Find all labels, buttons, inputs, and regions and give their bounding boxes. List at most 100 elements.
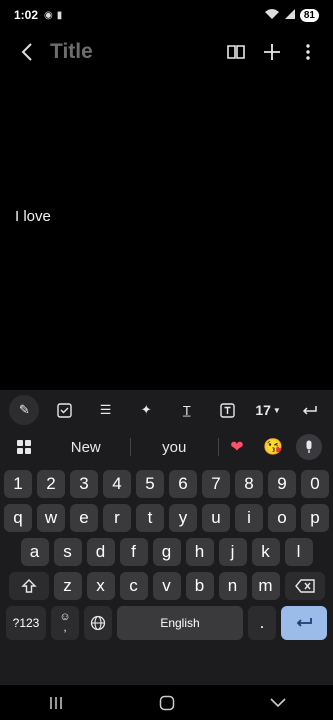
suggestion-2[interactable]: you xyxy=(131,439,219,456)
checkbox-icon xyxy=(57,402,73,418)
key-r[interactable]: r xyxy=(103,504,131,532)
status-time: 1:02 xyxy=(14,8,39,22)
key-c[interactable]: c xyxy=(119,572,148,600)
key-o[interactable]: o xyxy=(268,504,296,532)
symbols-key[interactable]: ?123 xyxy=(6,606,46,640)
key-j[interactable]: j xyxy=(218,538,247,566)
microphone-icon xyxy=(306,440,312,453)
letter-row-1: q w e r t y u i o p xyxy=(0,504,333,532)
return-arrow-icon xyxy=(302,406,317,415)
key-3[interactable]: 3 xyxy=(70,470,98,498)
key-t[interactable]: t xyxy=(136,504,164,532)
key-6[interactable]: 6 xyxy=(169,470,197,498)
home-icon xyxy=(159,695,174,710)
key-h[interactable]: h xyxy=(185,538,214,566)
book-icon xyxy=(227,45,245,59)
key-1[interactable]: 1 xyxy=(4,470,32,498)
key-0[interactable]: 0 xyxy=(301,470,329,498)
app-bar: Title xyxy=(0,30,333,74)
more-vertical-icon xyxy=(306,44,310,60)
reading-mode-button[interactable] xyxy=(223,39,249,65)
comma-label: , xyxy=(63,622,67,634)
key-v[interactable]: v xyxy=(152,572,181,600)
suggestion-1[interactable]: New xyxy=(42,439,130,456)
wifi-icon xyxy=(264,8,280,23)
key-k[interactable]: k xyxy=(251,538,280,566)
recents-button[interactable] xyxy=(36,688,76,718)
sparkle-icon: ✦ xyxy=(140,402,152,417)
voice-input-button[interactable] xyxy=(291,432,327,462)
home-button[interactable] xyxy=(147,688,187,718)
key-g[interactable]: g xyxy=(152,538,181,566)
font-size-button[interactable]: 17 ▼ xyxy=(253,395,283,425)
insert-button[interactable] xyxy=(259,39,285,65)
number-row: 1 2 3 4 5 6 7 8 9 0 xyxy=(0,470,333,498)
system-navigation-bar xyxy=(0,685,333,720)
font-size-value: 17 xyxy=(255,402,271,418)
key-8[interactable]: 8 xyxy=(235,470,263,498)
text-style-button[interactable]: ☰ xyxy=(91,395,121,425)
key-n[interactable]: n xyxy=(218,572,247,600)
key-4[interactable]: 4 xyxy=(103,470,131,498)
plus-icon xyxy=(264,44,280,60)
back-arrow-icon xyxy=(21,43,32,61)
ai-assist-button[interactable]: ✦ xyxy=(131,395,161,425)
notification-icon-2: ▮ xyxy=(56,9,63,21)
text-format-button[interactable]: T̲ xyxy=(172,395,202,425)
status-bar: 1:02 ◉ ▮ 81 xyxy=(0,0,333,30)
key-w[interactable]: w xyxy=(37,504,65,532)
keyboard-apps-button[interactable] xyxy=(6,432,42,462)
back-button[interactable] xyxy=(12,42,42,62)
key-d[interactable]: d xyxy=(86,538,115,566)
keyboard: ✎ ☰ ✦ T̲ 17 ▼ New you ❤ 😘 1 2 3 4 5 6 7 … xyxy=(0,390,333,685)
notification-icon: ◉ xyxy=(44,9,53,21)
letter-row-3: z x c v b n m xyxy=(0,572,333,600)
suggestion-kiss-emoji[interactable]: 😘 xyxy=(255,432,291,462)
key-b[interactable]: b xyxy=(185,572,214,600)
shift-key[interactable] xyxy=(8,572,49,600)
key-y[interactable]: y xyxy=(169,504,197,532)
key-e[interactable]: e xyxy=(70,504,98,532)
hide-keyboard-button[interactable] xyxy=(258,688,298,718)
globe-icon xyxy=(90,615,106,631)
key-p[interactable]: p xyxy=(301,504,329,532)
more-options-button[interactable] xyxy=(295,39,321,65)
recents-icon xyxy=(49,696,62,709)
language-key[interactable] xyxy=(84,606,112,640)
text-box-icon xyxy=(220,402,235,418)
key-u[interactable]: u xyxy=(202,504,230,532)
key-s[interactable]: s xyxy=(53,538,82,566)
checkbox-button[interactable] xyxy=(50,395,80,425)
handwriting-button[interactable]: ✎ xyxy=(9,395,40,425)
key-x[interactable]: x xyxy=(86,572,115,600)
emoji-comma-key[interactable]: ☺ , xyxy=(51,606,79,640)
enter-key[interactable] xyxy=(281,606,327,640)
grid-icon xyxy=(17,440,31,454)
key-z[interactable]: z xyxy=(53,572,82,600)
shift-icon xyxy=(20,579,37,593)
key-m[interactable]: m xyxy=(251,572,280,600)
backspace-key[interactable] xyxy=(284,572,325,600)
text-align-icon: ☰ xyxy=(99,402,112,417)
note-title[interactable]: Title xyxy=(50,40,93,64)
key-f[interactable]: f xyxy=(119,538,148,566)
key-l[interactable]: l xyxy=(284,538,313,566)
undo-button[interactable] xyxy=(294,395,324,425)
key-q[interactable]: q xyxy=(4,504,32,532)
space-key[interactable]: English xyxy=(117,606,243,640)
enter-arrow-icon xyxy=(296,618,312,627)
period-key[interactable]: . xyxy=(248,606,276,640)
key-9[interactable]: 9 xyxy=(268,470,296,498)
key-5[interactable]: 5 xyxy=(136,470,164,498)
key-2[interactable]: 2 xyxy=(37,470,65,498)
suggestion-heart-emoji[interactable]: ❤ xyxy=(219,432,255,462)
heart-icon: ❤ xyxy=(230,439,244,456)
key-7[interactable]: 7 xyxy=(202,470,230,498)
pen-icon: ✎ xyxy=(18,402,30,417)
note-editor[interactable]: I love xyxy=(0,74,333,390)
note-body-text: I love xyxy=(15,208,51,225)
key-i[interactable]: i xyxy=(235,504,263,532)
chevron-down-icon: ▼ xyxy=(272,405,281,415)
key-a[interactable]: a xyxy=(20,538,49,566)
text-box-button[interactable] xyxy=(212,395,242,425)
